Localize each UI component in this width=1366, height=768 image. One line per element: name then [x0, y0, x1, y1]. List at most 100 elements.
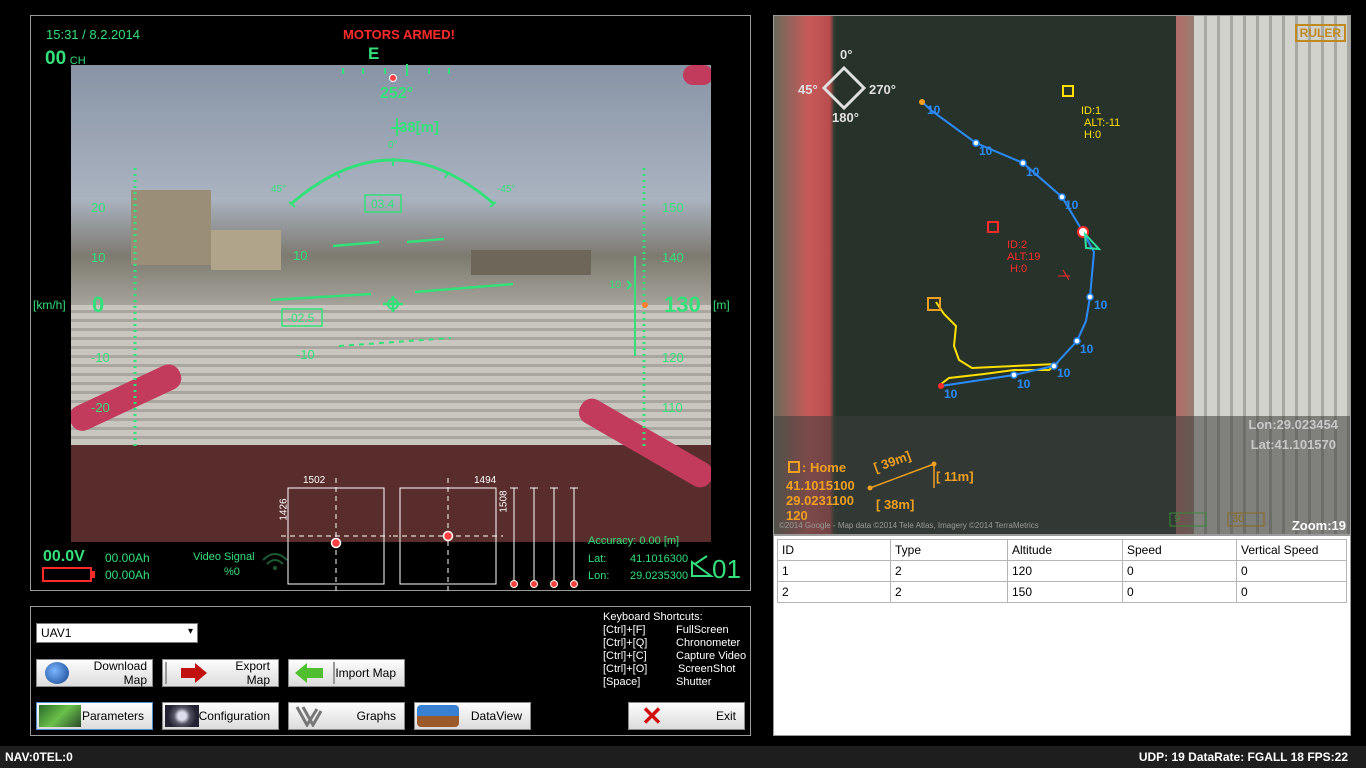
map-panel[interactable]: RULER 0° 45° 270° 180° 10 10 10 10 10 10…: [773, 15, 1351, 535]
rc-left-side: 1426: [278, 498, 290, 521]
gps-lat-label: Lat:: [588, 553, 607, 565]
shortcut-keys: [Ctrl]+[F] [Ctrl]+[Q] [Ctrl]+[C] [Ctrl]+…: [603, 624, 647, 689]
rc-right-top: 1494: [474, 475, 497, 486]
pitch-box-top: 03.4: [371, 197, 395, 211]
configuration-button[interactable]: Configuration: [162, 702, 279, 730]
cell[interactable]: 0: [1122, 581, 1237, 603]
cell[interactable]: 120: [1007, 560, 1123, 582]
rc-left-top: 1502: [303, 475, 326, 486]
cell[interactable]: 2: [890, 581, 1008, 603]
alt-tick: 110: [662, 400, 683, 415]
roll-left-label: 45°: [271, 184, 287, 195]
gps-accuracy: Accuracy: 0.00 [m]: [588, 535, 680, 547]
altitude-unit: [m]: [713, 298, 730, 312]
video-signal-value: %0: [224, 566, 240, 578]
roll-right-label: -45°: [497, 184, 516, 195]
status-right: UDP: 19 DataRate: FGALL 18 FPS:22: [1138, 750, 1348, 764]
waypoint-label: 10: [944, 387, 958, 401]
map-overlay: [788, 65, 1265, 527]
cell[interactable]: 2: [890, 560, 1008, 582]
amp-hours-2: 00.00Ah: [105, 568, 150, 582]
download-map-button[interactable]: Download Map: [36, 659, 153, 687]
parameters-button[interactable]: Parameters: [36, 702, 153, 730]
home-lon: 29.0231100: [786, 493, 854, 508]
map-credits: ©2014 Google - Map data ©2014 Tele Atlas…: [779, 521, 1039, 530]
shortcut-key: [Ctrl]+[O]: [603, 663, 648, 675]
shortcut-actions: FullScreen Chronometer Capture Video Scr…: [676, 624, 746, 689]
shortcut-action: FullScreen: [676, 624, 729, 636]
import-map-button[interactable]: Import Map: [288, 659, 405, 687]
cell[interactable]: 0: [1236, 581, 1347, 603]
dataview-button[interactable]: DataView: [414, 702, 531, 730]
exit-button[interactable]: ✕ Exit: [628, 702, 745, 730]
col-type[interactable]: Type: [890, 539, 1008, 561]
uav-table-panel: ID Type Altitude Speed Vertical Speed 1 …: [773, 535, 1351, 736]
channel-readout: 00 CH: [45, 48, 86, 70]
uav-select[interactable]: UAV1 ▾: [36, 623, 198, 643]
waypoint-label: 10: [1094, 298, 1108, 312]
shortcut-action: Capture Video: [676, 650, 747, 662]
map-lat-readout: Lat:41.101570: [1250, 437, 1336, 452]
globe-icon: [45, 662, 69, 684]
compass-south: 180°: [832, 110, 859, 125]
shortcut-action: ScreenShot: [678, 663, 736, 675]
waypoint-label: 10: [927, 103, 941, 117]
shortcut-action: Shutter: [676, 676, 712, 688]
cell[interactable]: 2: [777, 581, 891, 603]
waypoint-label: 10: [1057, 366, 1071, 380]
col-speed[interactable]: Speed: [1122, 539, 1237, 561]
ruler-button[interactable]: RULER: [1294, 24, 1346, 42]
cell[interactable]: 150: [1007, 581, 1123, 603]
cell[interactable]: 1: [777, 560, 891, 582]
table-row[interactable]: 2 2 150 0 0: [777, 581, 1347, 603]
alt-tick: 150: [662, 200, 684, 215]
export-map-button[interactable]: Export Map: [162, 659, 279, 687]
close-icon: ✕: [641, 701, 663, 731]
uav2-alt: ALT:19: [1007, 251, 1041, 263]
uav1-h: H:0: [1084, 129, 1102, 141]
col-id[interactable]: ID: [777, 539, 891, 561]
compass-west: 45°: [798, 82, 818, 97]
control-panel: UAV1 ▾ Download Map Export Map Import Ma…: [30, 606, 751, 736]
waypoint-label: 10: [979, 144, 993, 158]
uav1-alt: ALT:-11: [1084, 117, 1121, 129]
speed-tick: -10: [91, 350, 110, 365]
graphs-button[interactable]: Graphs: [288, 702, 405, 730]
video-signal-label: Video Signal: [193, 551, 255, 563]
pitch-label-10: 10: [293, 248, 308, 263]
home-lat: 41.1015100: [786, 478, 855, 493]
map-lon-readout: Lon:29.023454: [1248, 417, 1338, 432]
waypoint-label: 10: [1017, 377, 1031, 391]
col-altitude[interactable]: Altitude: [1007, 539, 1123, 561]
motors-armed-warning: MOTORS ARMED!: [343, 27, 455, 42]
map-zoom: Zoom:19: [1291, 518, 1346, 533]
cell[interactable]: 0: [1236, 560, 1347, 582]
compass-north: 0°: [840, 47, 853, 62]
pitch-label-minus10: -10: [296, 347, 315, 362]
altitude-value: 130: [664, 292, 701, 317]
shortcut-key: [Space]: [603, 676, 641, 688]
ruler-horizontal: [ 38m]: [876, 497, 915, 512]
waypoint-label: 10: [1065, 198, 1079, 212]
chevron-down-icon: ▾: [187, 626, 193, 637]
status-bar: NAV:0TEL:0 UDP: 19 DataRate: FGALL 18 FP…: [0, 746, 1366, 768]
cell[interactable]: 0: [1122, 560, 1237, 582]
gps-lon-value: 29.0235300: [630, 570, 689, 582]
speed-tick: 10: [91, 250, 106, 265]
speed-tick: -20: [91, 400, 110, 415]
uav-table: ID Type Altitude Speed Vertical Speed 1 …: [777, 539, 1347, 603]
table-header-row: ID Type Altitude Speed Vertical Speed: [777, 539, 1347, 561]
amp-hours-1: 00.00Ah: [105, 551, 150, 565]
map-box-9: 9: [1174, 513, 1181, 525]
altitude-box: 38[m]: [399, 119, 440, 136]
hud-panel: 15:31 / 8.2.2014 00 CH MOTORS ARMED! E 2…: [30, 15, 751, 591]
status-left: NAV:0TEL:0: [5, 750, 73, 764]
alt-marker: 10: [609, 279, 622, 291]
arrow-left-icon: [291, 662, 335, 684]
ruler-vertical: [ 11m]: [936, 469, 974, 484]
heading-readout: 252°: [380, 85, 414, 102]
uav2-h: H:0: [1010, 263, 1028, 275]
col-vertical-speed[interactable]: Vertical Speed: [1236, 539, 1347, 561]
rc-right-side: 1508: [498, 490, 510, 513]
table-row[interactable]: 1 2 120 0 0: [777, 560, 1347, 582]
